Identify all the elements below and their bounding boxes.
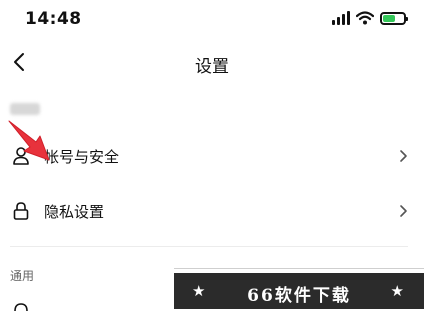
status-bar: 14:48 (0, 0, 424, 40)
lock-icon (13, 202, 29, 220)
section-header-general: 通用 (10, 269, 35, 283)
settings-item-privacy[interactable]: 隐私设置 (0, 191, 424, 231)
battery-charging-icon (380, 11, 408, 25)
page-title: 设置 (195, 57, 229, 77)
chevron-right-icon (400, 205, 407, 217)
watermark-bar: ★ 66软件下载 ★ (174, 273, 424, 309)
settings-item-account-security[interactable]: 帐号与安全 (0, 136, 424, 176)
star-icon: ★ (390, 282, 404, 300)
watermark-text: 66软件下载 (247, 286, 351, 306)
chevron-right-icon (400, 150, 407, 162)
account-name-blurred (10, 103, 40, 115)
divider (10, 246, 408, 247)
annotation-arrow-icon (8, 120, 50, 161)
signal-icon (332, 11, 350, 25)
watermark-banner: ★ 66软件下载 ★ (174, 268, 424, 309)
status-time: 14:48 (25, 9, 82, 29)
settings-item-icon-partial (14, 303, 28, 312)
status-icons (332, 11, 408, 25)
wifi-icon (356, 11, 374, 25)
settings-item-label: 隐私设置 (44, 203, 105, 221)
nav-bar: 设置 (0, 40, 424, 84)
